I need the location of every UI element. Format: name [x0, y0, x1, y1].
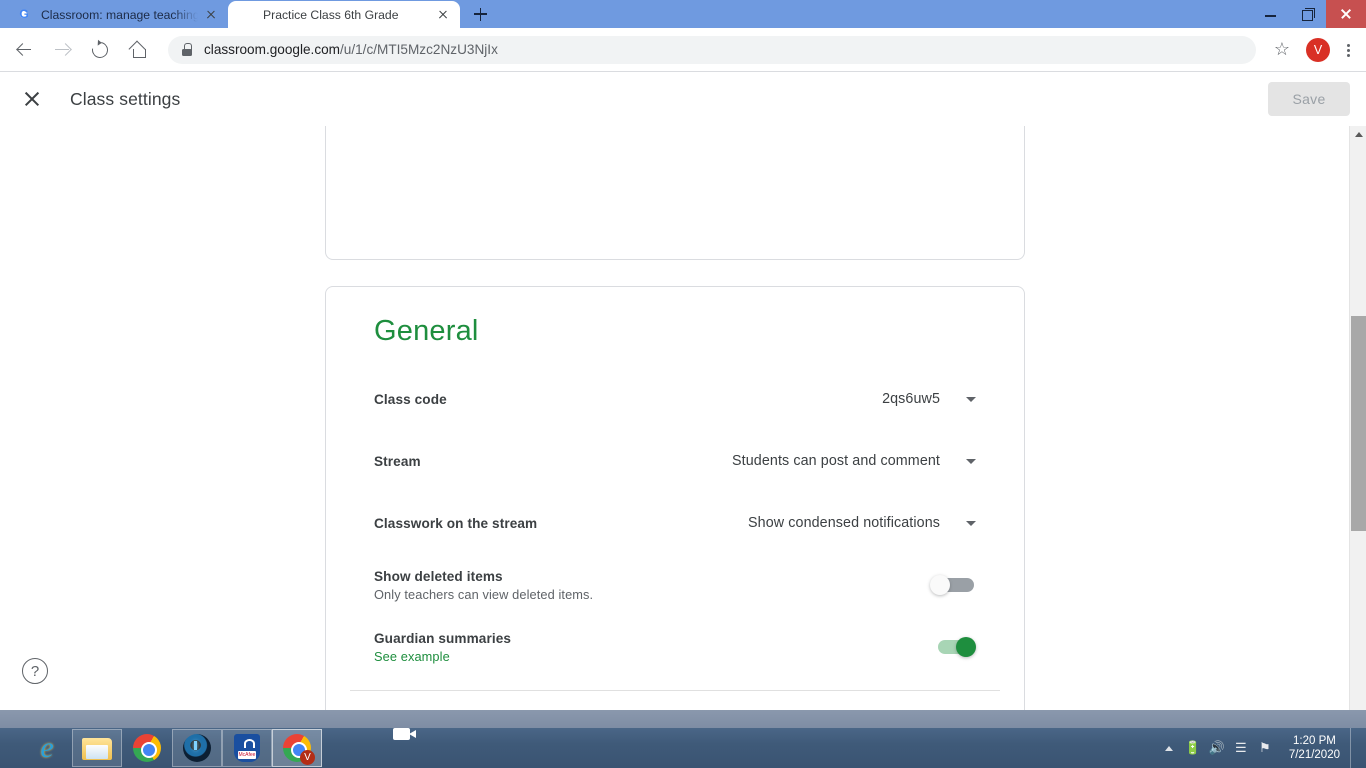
tab-title: Classroom: manage teaching and — [41, 7, 198, 22]
row-class-code[interactable]: Class code 2qs6uw5 — [350, 368, 1000, 430]
forward-arrow-icon — [55, 43, 69, 57]
speaker-icon[interactable]: 🔊 — [1205, 736, 1229, 760]
close-window-icon[interactable] — [1326, 0, 1366, 28]
help-icon[interactable]: ? — [22, 658, 48, 684]
stream-select[interactable]: Students can post and comment — [732, 453, 976, 469]
shield-icon: McAfee — [234, 734, 260, 762]
taskbar-item-internet-explorer[interactable] — [22, 729, 72, 767]
clock-time: 1:20 PM — [1293, 735, 1336, 747]
url-host: classroom.google.com — [204, 42, 340, 57]
reload-button[interactable] — [84, 34, 116, 66]
page-content: Class settings Save General Class code 2… — [0, 72, 1366, 740]
chrome-icon — [283, 734, 315, 765]
see-example-link[interactable]: See example — [374, 649, 511, 664]
taskbar-item-chrome-active[interactable] — [272, 729, 322, 767]
battery-icon[interactable]: 🔋 — [1181, 736, 1205, 760]
tab-title: Practice Class 6th Grade — [263, 7, 399, 22]
save-button[interactable]: Save — [1268, 82, 1350, 116]
class-code-select[interactable]: 2qs6uw5 — [882, 391, 976, 407]
back-button[interactable] — [8, 34, 40, 66]
reload-icon — [88, 38, 112, 61]
system-tray: 🔋 🔊 ☰ ⚑ 1:20 PM 7/21/2020 — [1157, 728, 1366, 768]
chevron-down-icon — [966, 396, 976, 402]
ie-icon — [32, 733, 62, 763]
classwork-on-stream-select[interactable]: Show condensed notifications — [748, 515, 976, 531]
row-subtext: Only teachers can view deleted items. — [374, 586, 594, 602]
browser-tab-practice-class[interactable]: Practice Class 6th Grade — [228, 1, 460, 28]
page-title: Class settings — [70, 88, 181, 109]
settings-scroll-area: General Class code 2qs6uw5 Stream Studen… — [0, 86, 1366, 740]
home-button[interactable] — [122, 34, 154, 66]
tab-close-icon[interactable] — [202, 6, 220, 24]
chevron-down-icon — [966, 458, 976, 464]
home-icon — [130, 42, 146, 58]
address-bar[interactable]: classroom.google.com/u/1/c/MTI5Mzc2NzU3N… — [168, 35, 1256, 64]
clock-date: 7/21/2020 — [1288, 749, 1340, 761]
scroll-up-arrow-icon[interactable] — [1350, 126, 1366, 143]
blue-circle-icon — [183, 734, 211, 762]
bookmark-star-icon[interactable]: ☆ — [1266, 34, 1298, 66]
network-error-icon[interactable]: ⚑ — [1253, 736, 1277, 760]
desktop-background — [0, 710, 1366, 728]
row-label: Class code — [374, 391, 447, 407]
scrollbar-thumb[interactable] — [1351, 316, 1366, 531]
class-settings-header: Class settings Save — [0, 72, 1366, 126]
select-value: 2qs6uw5 — [882, 391, 940, 407]
general-section-title: General — [374, 315, 479, 347]
chrome-browser-window: Classroom: manage teaching and Practice … — [0, 0, 1366, 740]
forward-button[interactable] — [46, 34, 78, 66]
classroom-icon — [238, 7, 254, 23]
row-label: Show deleted items — [374, 568, 503, 584]
chevron-down-icon — [966, 520, 976, 526]
back-arrow-icon — [17, 43, 31, 57]
general-settings-card: General Class code 2qs6uw5 Stream Studen… — [325, 286, 1025, 740]
lock-icon — [182, 43, 192, 56]
folder-icon — [82, 736, 112, 760]
windows-taskbar: McAfee 🔋 🔊 ☰ ⚑ 1:20 PM 7/21/2020 — [0, 728, 1366, 768]
vertical-scrollbar[interactable] — [1349, 126, 1366, 740]
row-guardian-summaries: Guardian summaries See example — [350, 616, 1000, 678]
signal-bars-icon[interactable]: ☰ — [1229, 736, 1253, 760]
close-icon[interactable] — [20, 87, 44, 111]
clock[interactable]: 1:20 PM 7/21/2020 — [1277, 734, 1350, 762]
row-label: Guardian summaries — [374, 630, 512, 646]
guardian-summaries-toggle[interactable] — [930, 637, 976, 657]
url-path: /u/1/c/MTI5Mzc2NzU3NjIx — [340, 42, 498, 57]
window-controls — [1252, 0, 1366, 28]
taskbar-item-mcafee[interactable]: McAfee — [222, 729, 272, 767]
show-deleted-items-toggle[interactable] — [930, 575, 976, 595]
tab-close-icon[interactable] — [434, 6, 452, 24]
row-stream[interactable]: Stream Students can post and comment — [350, 430, 1000, 492]
three-dot-menu-icon[interactable] — [1338, 34, 1358, 66]
start-spacer — [0, 728, 22, 768]
minimize-icon[interactable] — [1252, 0, 1289, 28]
tab-strip: Classroom: manage teaching and Practice … — [0, 0, 494, 28]
browser-tab-classroom[interactable]: Classroom: manage teaching and — [6, 1, 228, 28]
browser-titlebar: Classroom: manage teaching and Practice … — [0, 0, 1366, 28]
avatar[interactable]: V — [1306, 37, 1330, 62]
row-classwork-on-stream[interactable]: Classwork on the stream Show condensed n… — [350, 492, 1000, 554]
row-label: Stream — [374, 453, 421, 469]
google-icon — [16, 7, 32, 23]
row-show-deleted-items: Show deleted items Only teachers can vie… — [350, 554, 1000, 616]
taskbar-item-media-app[interactable] — [172, 729, 222, 767]
taskbar-item-file-explorer[interactable] — [72, 729, 122, 767]
chrome-icon — [133, 734, 161, 762]
mcafee-label: McAfee — [238, 751, 256, 758]
show-desktop-button[interactable] — [1350, 728, 1358, 768]
show-hidden-icons-icon[interactable] — [1157, 736, 1181, 760]
taskbar-item-chrome[interactable] — [122, 729, 172, 767]
restore-icon[interactable] — [1289, 0, 1326, 28]
browser-toolbar: classroom.google.com/u/1/c/MTI5Mzc2NzU3N… — [0, 28, 1366, 72]
select-value: Show condensed notifications — [748, 515, 940, 531]
select-value: Students can post and comment — [732, 453, 940, 469]
new-tab-button[interactable] — [466, 0, 494, 28]
row-label: Classwork on the stream — [374, 515, 538, 531]
